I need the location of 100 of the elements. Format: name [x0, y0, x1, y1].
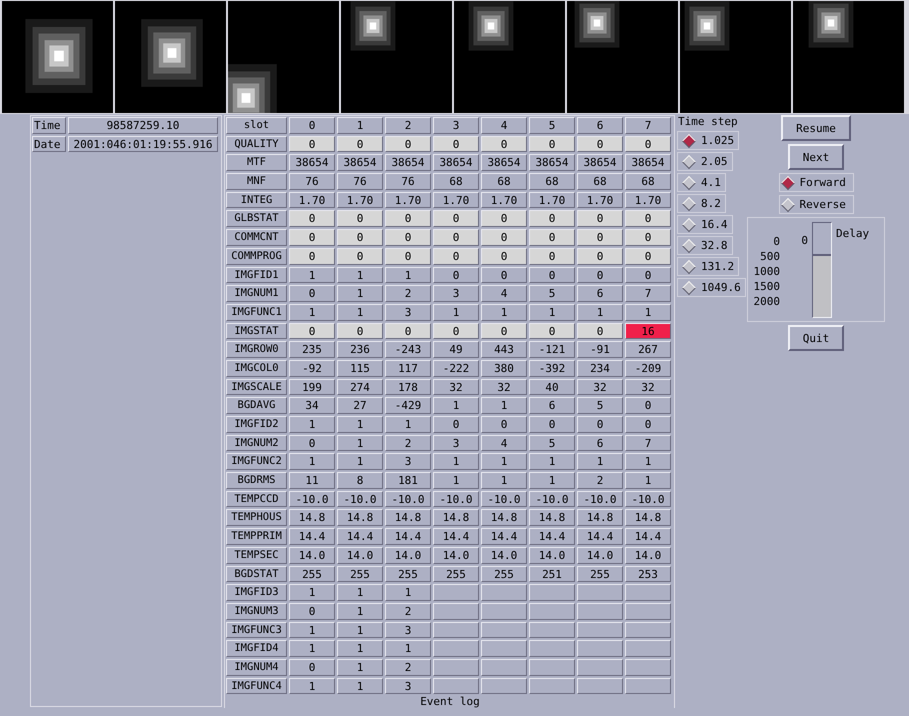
table-cell: 38654: [481, 154, 527, 172]
time-step-option[interactable]: 16.4: [677, 215, 732, 234]
table-cell: 3: [433, 434, 479, 452]
status-cell: 16: [625, 322, 671, 340]
status-cell: 0: [337, 136, 383, 152]
table-cell: 4: [481, 434, 527, 452]
row-header: IMGFUNC4: [226, 678, 287, 694]
table-cell: -429: [385, 397, 431, 414]
status-cell: 0: [577, 229, 623, 246]
table-cell: 1: [385, 640, 431, 657]
table-cell: 32: [577, 378, 623, 396]
table-cell: 0: [625, 416, 671, 433]
info-value: 98587259.10: [68, 117, 218, 134]
status-cell: 0: [481, 136, 527, 152]
table-cell: 1: [289, 678, 335, 694]
table-cell: 3: [433, 285, 479, 302]
slider-track[interactable]: [812, 222, 832, 318]
empty-cell: [481, 658, 527, 676]
table-cell: 14.4: [385, 528, 431, 545]
row-header: MNF: [226, 173, 287, 190]
empty-cell: [577, 584, 623, 601]
row-header: GLBSTAT: [226, 210, 287, 228]
time-step-label: Time step: [677, 115, 738, 129]
table-cell: 255: [337, 566, 383, 582]
row-header: IMGNUM3: [226, 602, 287, 620]
table-cell: 0: [433, 266, 479, 284]
status-cell: 0: [385, 229, 431, 246]
column-header: 2: [385, 117, 431, 134]
table-cell: 255: [385, 566, 431, 582]
table-cell: 1: [529, 472, 575, 489]
table-cell: 68: [577, 173, 623, 190]
table-cell: 235: [289, 341, 335, 358]
status-cell: 0: [337, 248, 383, 264]
push-button[interactable]: Next: [788, 144, 844, 170]
empty-cell: [481, 678, 527, 694]
table-cell: -10.0: [625, 490, 671, 508]
empty-cell: [481, 622, 527, 638]
table-cell: 1: [337, 640, 383, 657]
table-cell: 251: [529, 566, 575, 582]
table-cell: 3: [385, 453, 431, 470]
table-cell: 1: [289, 453, 335, 470]
table-cell: 1: [385, 416, 431, 433]
table-cell: 76: [385, 173, 431, 190]
table-cell: 2: [385, 285, 431, 302]
status-cell: 0: [385, 322, 431, 340]
table-cell: 1: [289, 416, 335, 433]
table-cell: 6: [577, 285, 623, 302]
empty-cell: [577, 640, 623, 657]
table-cell: 0: [289, 602, 335, 620]
row-header: BGDSTAT: [226, 566, 287, 582]
table-cell: 0: [481, 266, 527, 284]
empty-cell: [529, 678, 575, 694]
status-cell: 0: [289, 210, 335, 228]
time-step-option[interactable]: 1049.6: [677, 278, 746, 297]
table-cell: 1: [337, 285, 383, 302]
table-cell: 5: [577, 397, 623, 414]
table-cell: 2: [385, 434, 431, 452]
table-cell: -121: [529, 341, 575, 358]
empty-cell: [577, 678, 623, 694]
table-cell: 0: [577, 416, 623, 433]
table-cell: 1: [433, 472, 479, 489]
table-cell: 1: [577, 453, 623, 470]
row-header: BGDAVG: [226, 397, 287, 414]
time-step-option[interactable]: 8.2: [677, 194, 726, 213]
table-cell: 1: [481, 472, 527, 489]
row-header: COMMCNT: [226, 229, 287, 246]
status-cell: 0: [577, 322, 623, 340]
slider-thumb[interactable]: [813, 223, 831, 256]
time-step-option[interactable]: 131.2: [677, 257, 740, 276]
table-cell: 1: [337, 266, 383, 284]
time-step-option[interactable]: 1.025: [677, 131, 740, 150]
table-cell: 14.8: [385, 509, 431, 526]
scale-tick-label: 2000: [754, 294, 780, 309]
time-step-option[interactable]: 32.8: [677, 236, 732, 255]
table-cell: 178: [385, 378, 431, 396]
status-cell: 0: [337, 229, 383, 246]
row-header: IMGFUNC2: [226, 453, 287, 470]
column-header: 5: [529, 117, 575, 134]
row-header: IMGNUM4: [226, 658, 287, 676]
table-cell: 255: [433, 566, 479, 582]
table-cell: 1: [625, 453, 671, 470]
direction-option[interactable]: Reverse: [778, 195, 854, 214]
table-cell: 14.0: [625, 546, 671, 564]
empty-cell: [625, 678, 671, 694]
table-cell: 7: [625, 285, 671, 302]
push-button[interactable]: Quit: [788, 325, 844, 351]
empty-cell: [529, 584, 575, 601]
empty-cell: [433, 602, 479, 620]
table-cell: 1: [289, 584, 335, 601]
direction-option[interactable]: Forward: [778, 173, 854, 192]
time-step-option[interactable]: 4.1: [677, 173, 726, 192]
empty-cell: [529, 658, 575, 676]
table-cell: 1: [337, 658, 383, 676]
table-cell: 0: [625, 266, 671, 284]
status-cell: 0: [481, 248, 527, 264]
push-button[interactable]: Resume: [781, 115, 851, 141]
table-cell: 1: [625, 472, 671, 489]
time-step-option[interactable]: 2.05: [677, 152, 732, 171]
table-cell: -10.0: [529, 490, 575, 508]
table-cell: -92: [289, 360, 335, 377]
